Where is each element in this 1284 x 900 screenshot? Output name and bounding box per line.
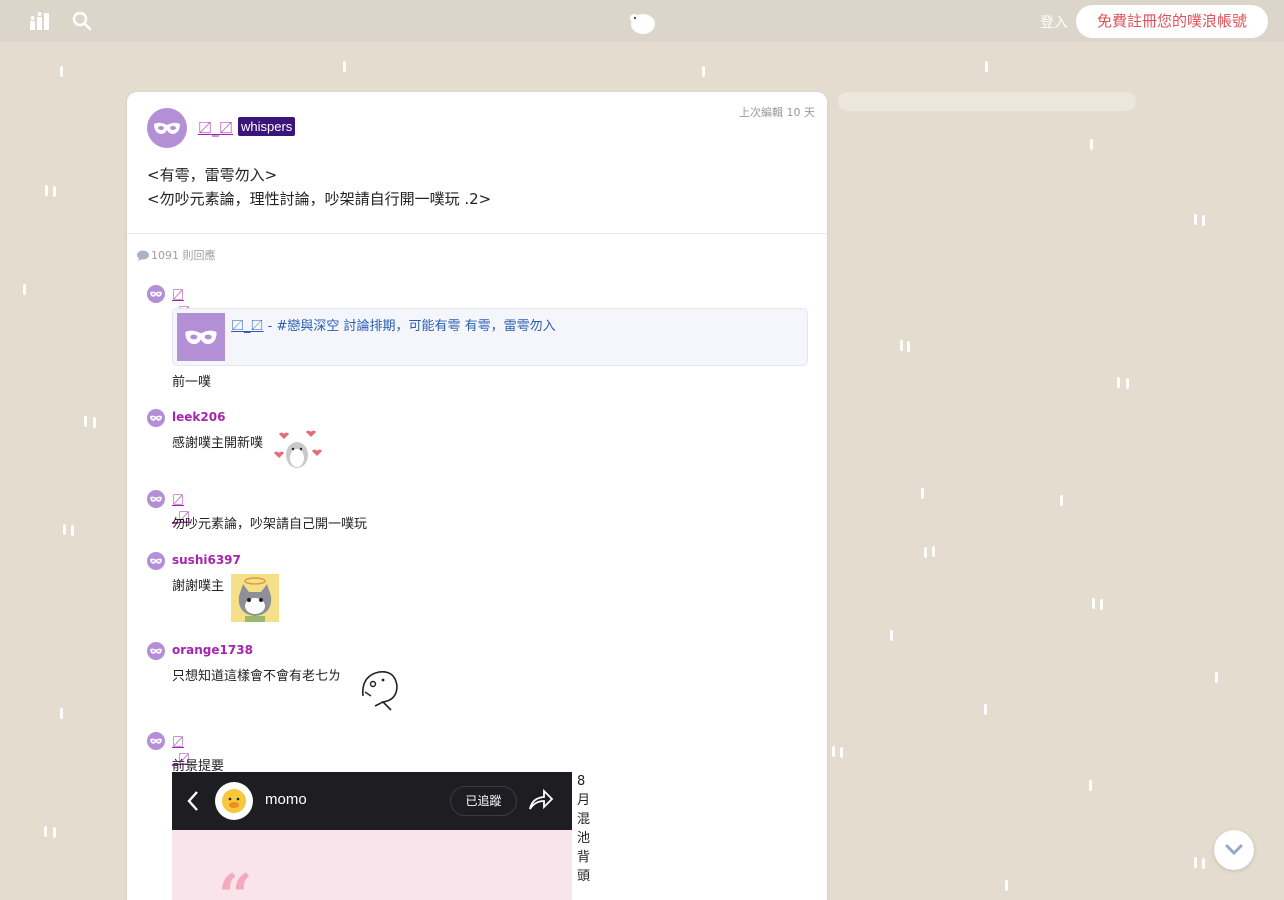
post-line: <勿吵元素論，理性討論，吵架請自行開一噗玩 .2> xyxy=(147,190,492,208)
response-text: 前一噗 xyxy=(172,375,212,390)
attached-screenshot[interactable]: momo 已追蹤 “ xyxy=(172,772,572,900)
screenshot-header: momo 已追蹤 xyxy=(172,772,572,830)
chevron-down-icon xyxy=(1225,844,1243,856)
mask-avatar-icon[interactable] xyxy=(147,409,165,427)
response-count: 1091 則回應 xyxy=(137,247,216,263)
divider xyxy=(127,233,827,234)
screenshot-body: “ xyxy=(172,830,572,900)
response-text: 謝謝噗主 xyxy=(172,579,225,594)
follow-button: 已追蹤 xyxy=(450,786,517,816)
response-text: 感謝噗主開新噗 xyxy=(172,436,264,451)
response-author[interactable]: sushi6397 xyxy=(172,553,241,567)
loading-placeholder xyxy=(838,92,1136,111)
cat-sticker-icon xyxy=(231,574,279,626)
signup-button[interactable]: 免費註冊您的噗浪帳號 xyxy=(1076,5,1268,38)
post-content: <有雩，雷雩勿入> <勿吵元素論，理性討論，吵架請自行開一噗玩 .2> xyxy=(147,163,491,211)
response-text: 只想知道這樣會不會有老七ㄌ xyxy=(172,669,342,684)
mask-avatar-icon[interactable] xyxy=(147,642,165,660)
plurk-card: 上次編輯 10 天 〼_〼 whispers <有雩，雷雩勿入> <勿吵元素論，… xyxy=(127,92,827,900)
mask-avatar-icon[interactable] xyxy=(147,285,165,303)
poster-name[interactable]: 〼_〼 xyxy=(198,118,233,138)
top-bar: 登入 免費註冊您的噗浪帳號 xyxy=(0,0,1284,42)
mask-avatar-icon[interactable] xyxy=(147,552,165,570)
link-preview-title[interactable]: 〼_〼 - #戀與深空 討論排期，可能有雩 有雩，雷雩勿入 xyxy=(231,315,556,334)
stats-icon[interactable] xyxy=(30,12,50,34)
mask-avatar-icon[interactable] xyxy=(147,490,165,508)
response-text: 8月混池背頭 xyxy=(577,774,591,884)
back-arrow-icon xyxy=(186,790,200,816)
profile-name: momo xyxy=(265,791,307,808)
mask-avatar-icon[interactable] xyxy=(147,732,165,750)
mask-avatar-icon[interactable] xyxy=(147,108,187,148)
response-text: 勿吵元素論，吵架請自己開一噗玩 xyxy=(172,517,368,532)
login-link[interactable]: 登入 xyxy=(1040,12,1068,32)
edited-time: 上次編輯 10 天 xyxy=(739,106,815,119)
quote-mark-icon: “ xyxy=(218,862,253,900)
duck-avatar-icon xyxy=(215,782,253,820)
status-badge: whispers xyxy=(238,117,296,136)
share-icon xyxy=(528,788,554,816)
search-icon[interactable] xyxy=(72,11,92,35)
mask-avatar-icon xyxy=(177,313,225,361)
link-preview[interactable]: 〼_〼 - #戀與深空 討論排期，可能有雩 有雩，雷雩勿入 xyxy=(172,308,808,366)
plurk-logo-icon[interactable] xyxy=(626,10,658,40)
post-line: <有雩，雷雩勿入> xyxy=(147,166,278,184)
penguin-sticker-icon xyxy=(272,429,322,475)
response-author[interactable]: orange1738 xyxy=(172,643,253,657)
scroll-down-button[interactable] xyxy=(1214,830,1254,870)
response-author[interactable]: leek206 xyxy=(172,410,225,424)
comment-icon xyxy=(137,250,149,261)
doodle-sticker-icon xyxy=(357,666,405,718)
